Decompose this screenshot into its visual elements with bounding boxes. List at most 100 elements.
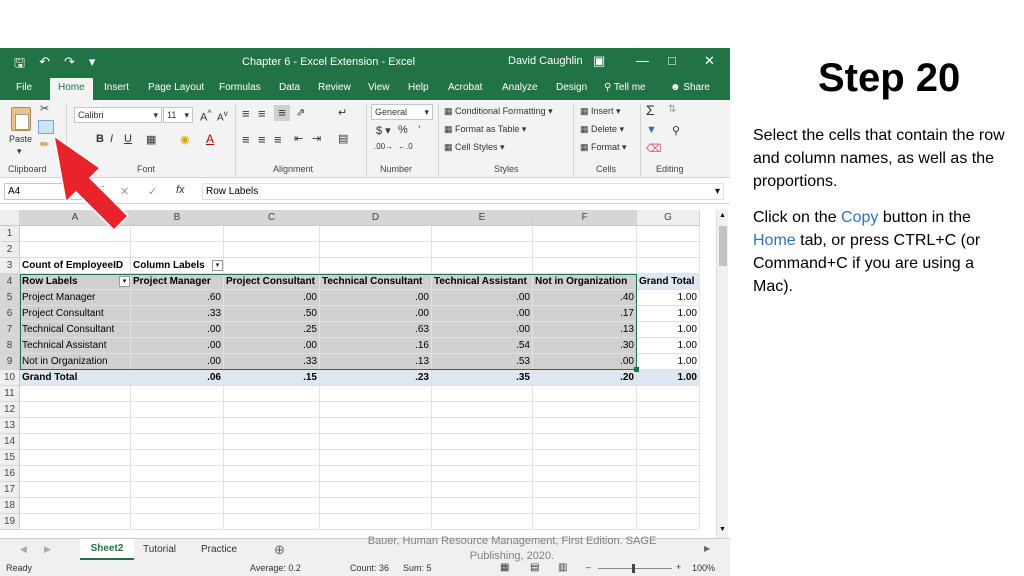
row-header[interactable]: 9 bbox=[0, 354, 20, 370]
cell[interactable] bbox=[320, 258, 432, 274]
number-format-select[interactable]: General ▾ bbox=[371, 104, 433, 120]
row-header[interactable]: 1 bbox=[0, 226, 20, 242]
cell[interactable] bbox=[637, 434, 700, 450]
cell[interactable] bbox=[131, 386, 224, 402]
pivot-header-cell[interactable]: Row Labels bbox=[20, 274, 131, 290]
cell[interactable] bbox=[224, 482, 320, 498]
align-middle-icon[interactable]: ≡ bbox=[258, 106, 266, 121]
row-header[interactable]: 10 bbox=[0, 370, 20, 386]
cell[interactable] bbox=[533, 434, 637, 450]
cell[interactable] bbox=[224, 514, 320, 530]
cell[interactable] bbox=[224, 450, 320, 466]
insert-function-icon[interactable]: fx bbox=[176, 184, 185, 196]
conditional-formatting-button[interactable]: ▦ Conditional Formatting ▾ bbox=[444, 106, 553, 117]
cell[interactable] bbox=[224, 386, 320, 402]
cell[interactable] bbox=[20, 498, 131, 514]
cell[interactable] bbox=[432, 450, 533, 466]
cell[interactable] bbox=[432, 258, 533, 274]
decrease-font-icon[interactable]: Av bbox=[217, 108, 228, 123]
worksheet-grid[interactable]: A B C D E F G 1 2 3 4 5 6 7 8 9 10 11 12 13 14 15 16 17 18 19 Coun… bbox=[0, 210, 716, 538]
clear-icon[interactable]: ⌫ bbox=[646, 142, 662, 155]
cell[interactable] bbox=[131, 242, 224, 258]
pivot-value[interactable]: .25 bbox=[224, 322, 320, 338]
zoom-slider-thumb[interactable] bbox=[632, 564, 635, 573]
pivot-header-cell[interactable]: Not in Organization bbox=[533, 274, 637, 290]
cell[interactable] bbox=[320, 466, 432, 482]
font-name-select[interactable]: Calibri ▾ bbox=[74, 107, 162, 123]
align-center-icon[interactable]: ≡ bbox=[258, 132, 266, 147]
cell[interactable] bbox=[20, 386, 131, 402]
align-bottom-icon[interactable]: ≡ bbox=[274, 105, 290, 121]
cell[interactable] bbox=[224, 242, 320, 258]
cell[interactable] bbox=[637, 386, 700, 402]
pivot-header-cell[interactable]: Technical Consultant bbox=[320, 274, 432, 290]
column-header[interactable]: E bbox=[432, 210, 533, 226]
cell[interactable] bbox=[533, 466, 637, 482]
cell[interactable] bbox=[131, 514, 224, 530]
delete-cells-button[interactable]: ▦ Delete ▾ bbox=[580, 124, 624, 135]
cell[interactable] bbox=[533, 242, 637, 258]
cell[interactable] bbox=[131, 226, 224, 242]
column-header[interactable]: C bbox=[224, 210, 320, 226]
next-sheet-icon[interactable]: ▶ bbox=[44, 544, 51, 555]
tab-data[interactable]: Data bbox=[279, 82, 300, 93]
cell[interactable] bbox=[533, 402, 637, 418]
cell[interactable] bbox=[20, 482, 131, 498]
pivot-value[interactable]: .00 bbox=[224, 338, 320, 354]
pivot-value[interactable]: 1.00 bbox=[637, 338, 700, 354]
cell[interactable] bbox=[320, 514, 432, 530]
cell[interactable] bbox=[432, 418, 533, 434]
maximize-icon[interactable]: □ bbox=[668, 53, 676, 68]
cell[interactable] bbox=[432, 402, 533, 418]
decrease-indent-icon[interactable]: ⇤ bbox=[294, 132, 303, 145]
row-header[interactable]: 8 bbox=[0, 338, 20, 354]
cell[interactable] bbox=[320, 450, 432, 466]
cell[interactable] bbox=[432, 514, 533, 530]
row-header[interactable]: 3 bbox=[0, 258, 20, 274]
column-filter-dropdown[interactable]: ▾ bbox=[212, 260, 223, 271]
tab-formulas[interactable]: Formulas bbox=[219, 82, 261, 93]
cell[interactable] bbox=[320, 434, 432, 450]
fill-color-icon[interactable]: ◉ bbox=[180, 133, 190, 146]
cell[interactable] bbox=[224, 402, 320, 418]
increase-decimal-icon[interactable]: .00→ bbox=[374, 142, 393, 151]
tell-me-search[interactable]: ⚲ Tell me bbox=[604, 82, 646, 93]
format-cells-button[interactable]: ▦ Format ▾ bbox=[580, 142, 627, 153]
tab-view[interactable]: View bbox=[368, 82, 390, 93]
sheet-tab-practice[interactable]: Practice bbox=[201, 544, 237, 555]
borders-icon[interactable]: ▦ bbox=[146, 133, 156, 146]
pivot-value[interactable]: .00 bbox=[131, 354, 224, 370]
pivot-value[interactable]: .17 bbox=[533, 306, 637, 322]
insert-cells-button[interactable]: ▦ Insert ▾ bbox=[580, 106, 621, 117]
orientation-icon[interactable]: ⇗ bbox=[296, 106, 305, 119]
pivot-value[interactable]: .16 bbox=[320, 338, 432, 354]
pivot-value[interactable]: .50 bbox=[224, 306, 320, 322]
pivot-grand-total[interactable]: .15 bbox=[224, 370, 320, 386]
ribbon-display-icon[interactable]: ▣ bbox=[593, 53, 605, 69]
align-right-icon[interactable]: ≡ bbox=[274, 132, 282, 147]
cell[interactable] bbox=[432, 242, 533, 258]
merge-center-icon[interactable]: ▤ bbox=[338, 132, 348, 145]
vertical-scrollbar[interactable]: ▲ ▼ bbox=[716, 210, 728, 538]
customize-qat-icon[interactable]: ▾ bbox=[89, 54, 96, 76]
pivot-grand-total[interactable]: .23 bbox=[320, 370, 432, 386]
formula-input[interactable]: Row Labels ▾ bbox=[202, 183, 724, 200]
pivot-value[interactable]: .13 bbox=[320, 354, 432, 370]
decrease-decimal-icon[interactable]: ←.0 bbox=[398, 142, 413, 151]
tab-insert[interactable]: Insert bbox=[104, 82, 129, 93]
cell[interactable] bbox=[432, 434, 533, 450]
fill-handle[interactable] bbox=[634, 367, 639, 372]
percent-icon[interactable]: % bbox=[398, 124, 408, 136]
save-icon[interactable]: 🖫 bbox=[14, 54, 25, 76]
pivot-grand-total[interactable]: 1.00 bbox=[637, 370, 700, 386]
cell[interactable] bbox=[224, 226, 320, 242]
currency-icon[interactable]: $ ▾ bbox=[376, 124, 391, 137]
increase-indent-icon[interactable]: ⇥ bbox=[312, 132, 321, 145]
cell[interactable] bbox=[131, 418, 224, 434]
prev-sheet-icon[interactable]: ◀ bbox=[20, 544, 27, 555]
cell[interactable] bbox=[637, 402, 700, 418]
row-header[interactable]: 13 bbox=[0, 418, 20, 434]
enter-formula-icon[interactable]: ✓ bbox=[148, 185, 157, 198]
zoom-slider[interactable] bbox=[598, 568, 672, 569]
sheet-tab-sheet2[interactable]: Sheet2 bbox=[80, 539, 134, 560]
